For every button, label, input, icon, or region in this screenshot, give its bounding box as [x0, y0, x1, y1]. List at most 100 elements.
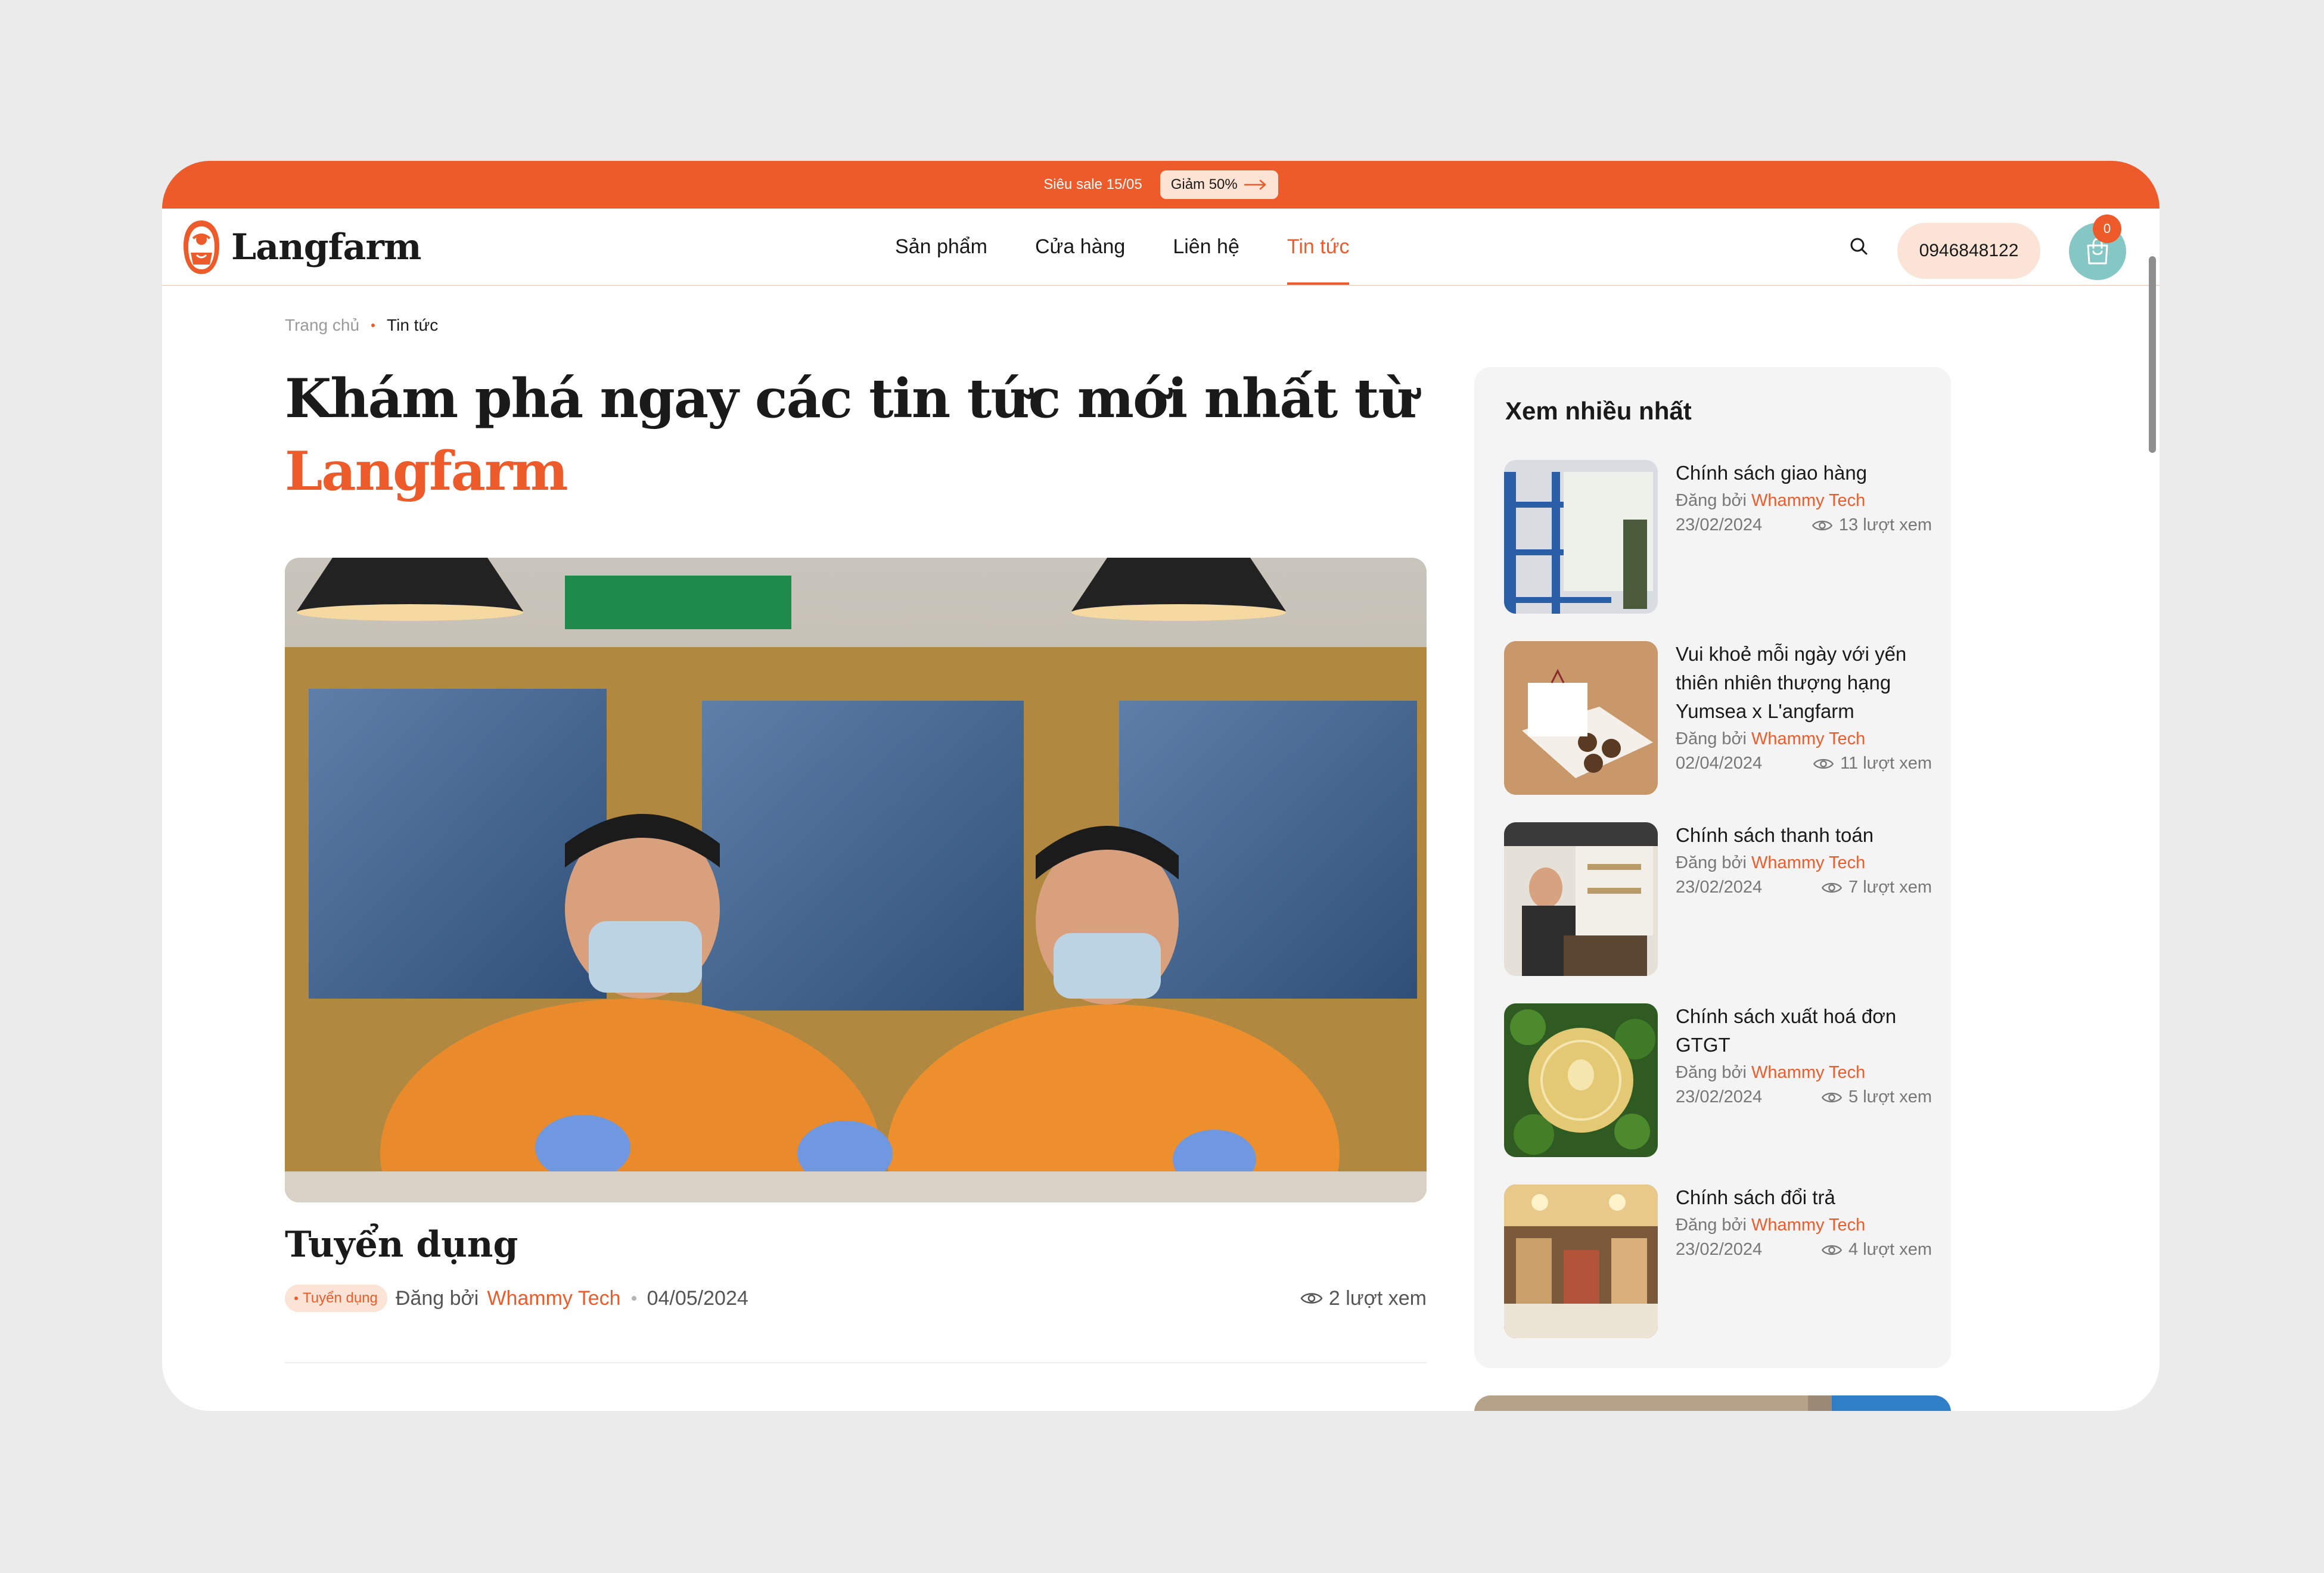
post-thumbnail[interactable]: [1504, 1185, 1658, 1338]
view-count-text: 2 lượt xem: [1328, 1286, 1427, 1310]
posted-by-label: Đăng bởi: [395, 1286, 479, 1310]
view-count-text: 5 lượt xem: [1848, 1087, 1932, 1106]
post-date: 23/02/2024: [1676, 1240, 1763, 1259]
promo-text: Siêu sale 15/05: [1043, 176, 1142, 192]
most-viewed-sidebar: Xem nhiều nhất Chính sách giao hàng Đăng…: [1474, 367, 1951, 1368]
eye-icon: [1821, 1092, 1843, 1102]
view-count: 11 lượt xem: [1813, 754, 1932, 773]
post-title[interactable]: Chính sách đổi trả: [1676, 1183, 1932, 1212]
nav-item-news[interactable]: Tin tức: [1287, 209, 1349, 285]
eye-icon: [1813, 758, 1834, 769]
arrow-right-icon: [1244, 179, 1266, 190]
post-author-line: Đăng bởi Whammy Tech: [1676, 1063, 1932, 1083]
search-button[interactable]: [1846, 234, 1872, 260]
promo-button[interactable]: Giảm 50%: [1160, 170, 1278, 199]
author-link[interactable]: Whammy Tech: [1751, 853, 1865, 872]
posted-by-label: Đăng bởi: [1676, 853, 1747, 872]
post-meta: 23/02/2024 7 lượt xem: [1676, 878, 1932, 897]
post-meta: 23/02/2024 4 lượt xem: [1676, 1240, 1932, 1260]
site-header: Langfarm Sản phẩm Cửa hàng Liên hệ Tin t…: [162, 209, 2160, 286]
post-title[interactable]: Chính sách xuất hoá đơn GTGT: [1676, 1002, 1932, 1059]
author-link[interactable]: Whammy Tech: [1751, 491, 1865, 510]
post-author-line: Đăng bởi Whammy Tech: [1676, 729, 1932, 749]
post-date: 02/04/2024: [1676, 754, 1763, 773]
breadcrumb-current: Tin tức: [387, 316, 439, 334]
author-link[interactable]: Whammy Tech: [487, 1287, 620, 1310]
page-title-accent: Langfarm: [285, 440, 568, 503]
post-meta: 23/02/2024 5 lượt xem: [1676, 1087, 1932, 1107]
posted-by-label: Đăng bởi: [1676, 1216, 1747, 1235]
post-body: Chính sách xuất hoá đơn GTGT Đăng bởi Wh…: [1676, 1003, 1932, 1107]
post-thumbnail[interactable]: [1504, 460, 1658, 614]
logo-mark-icon: [180, 218, 223, 276]
browser-window: Siêu sale 15/05 Giảm 50% Langfarm Sản ph…: [162, 161, 2160, 1411]
post-body: Chính sách giao hàng Đăng bởi Whammy Tec…: [1676, 460, 1932, 535]
category-tag-label: Tuyển dụng: [303, 1290, 378, 1306]
promo-bar: Siêu sale 15/05 Giảm 50%: [162, 161, 2160, 209]
nav-item-products[interactable]: Sản phẩm: [895, 209, 987, 285]
featured-article-title[interactable]: Tuyển dụng: [285, 1224, 518, 1266]
featured-article-image[interactable]: [285, 558, 1427, 1202]
view-count: 5 lượt xem: [1821, 1087, 1932, 1107]
category-tag[interactable]: Tuyển dụng: [285, 1285, 387, 1312]
sidebar-post[interactable]: Chính sách đổi trả Đăng bởi Whammy Tech …: [1504, 1185, 1933, 1338]
post-date: 04/05/2024: [647, 1286, 748, 1310]
post-title[interactable]: Chính sách giao hàng: [1676, 459, 1932, 487]
page-title: Khám phá ngay các tin tức mới nhất từ La…: [285, 362, 1477, 508]
view-count: 13 lượt xem: [1812, 515, 1932, 535]
view-count: 7 lượt xem: [1821, 878, 1932, 897]
posted-by-label: Đăng bởi: [1676, 729, 1747, 748]
search-icon: [1850, 238, 1868, 255]
article-divider: [285, 1362, 1427, 1363]
eye-icon: [1821, 1245, 1843, 1255]
eye-icon: [1812, 520, 1833, 530]
author-link[interactable]: Whammy Tech: [1751, 1216, 1865, 1235]
post-author-line: Đăng bởi Whammy Tech: [1676, 491, 1932, 511]
breadcrumb: Trang chủ Tin tức: [285, 316, 438, 335]
nav-item-contact[interactable]: Liên hệ: [1173, 209, 1239, 285]
sidebar-post[interactable]: Chính sách giao hàng Đăng bởi Whammy Tec…: [1504, 460, 1933, 614]
breadcrumb-separator: [371, 324, 375, 327]
post-body: Vui khoẻ mỗi ngày với yến thiên nhiên th…: [1676, 641, 1932, 773]
post-meta: 02/04/2024 11 lượt xem: [1676, 754, 1932, 773]
posted-by-label: Đăng bởi: [1676, 491, 1747, 510]
page-title-line: Khám phá ngay các tin tức mới nhất từ: [285, 367, 1417, 430]
post-body: Chính sách đổi trả Đăng bởi Whammy Tech …: [1676, 1185, 1932, 1260]
view-count-text: 13 lượt xem: [1838, 515, 1932, 534]
main-nav: Sản phẩm Cửa hàng Liên hệ Tin tức: [895, 209, 1349, 285]
author-link[interactable]: Whammy Tech: [1751, 729, 1865, 748]
meta-separator: [631, 1296, 636, 1301]
nav-item-stores[interactable]: Cửa hàng: [1035, 209, 1125, 285]
author-link[interactable]: Whammy Tech: [1751, 1063, 1865, 1082]
posted-by-label: Đăng bởi: [1676, 1063, 1747, 1082]
sidebar-banner-preview[interactable]: [1474, 1395, 1951, 1411]
cart-count-badge: 0: [2093, 214, 2121, 243]
post-author-line: Đăng bởi Whammy Tech: [1676, 853, 1932, 873]
post-title[interactable]: Vui khoẻ mỗi ngày với yến thiên nhiên th…: [1676, 640, 1932, 726]
view-count-text: 7 lượt xem: [1848, 878, 1932, 897]
post-date: 23/02/2024: [1676, 1087, 1763, 1106]
post-date: 23/02/2024: [1676, 515, 1763, 534]
eye-icon: [1300, 1293, 1323, 1304]
logo[interactable]: Langfarm: [180, 218, 421, 276]
tag-dot: [294, 1297, 298, 1300]
brand-name: Langfarm: [231, 226, 421, 268]
post-thumbnail[interactable]: [1504, 1003, 1658, 1157]
view-count: 4 lượt xem: [1821, 1240, 1932, 1260]
sidebar-post[interactable]: Chính sách thanh toán Đăng bởi Whammy Te…: [1504, 822, 1933, 976]
post-title[interactable]: Chính sách thanh toán: [1676, 821, 1932, 850]
eye-icon: [1821, 882, 1843, 893]
post-thumbnail[interactable]: [1504, 822, 1658, 976]
post-date: 23/02/2024: [1676, 878, 1763, 897]
sidebar-post[interactable]: Chính sách xuất hoá đơn GTGT Đăng bởi Wh…: [1504, 1003, 1933, 1157]
featured-article-meta: Tuyển dụng Đăng bởi Whammy Tech 04/05/20…: [285, 1283, 748, 1313]
view-count-text: 4 lượt xem: [1848, 1240, 1932, 1259]
post-thumbnail[interactable]: [1504, 641, 1658, 795]
sidebar-title: Xem nhiều nhất: [1505, 397, 1692, 425]
breadcrumb-home[interactable]: Trang chủ: [285, 316, 359, 335]
sidebar-post[interactable]: Vui khoẻ mỗi ngày với yến thiên nhiên th…: [1504, 641, 1933, 795]
scrollbar-thumb[interactable]: [2149, 256, 2156, 453]
post-body: Chính sách thanh toán Đăng bởi Whammy Te…: [1676, 822, 1932, 897]
phone-button[interactable]: 0946848122: [1897, 223, 2040, 279]
post-author-line: Đăng bởi Whammy Tech: [1676, 1216, 1932, 1235]
